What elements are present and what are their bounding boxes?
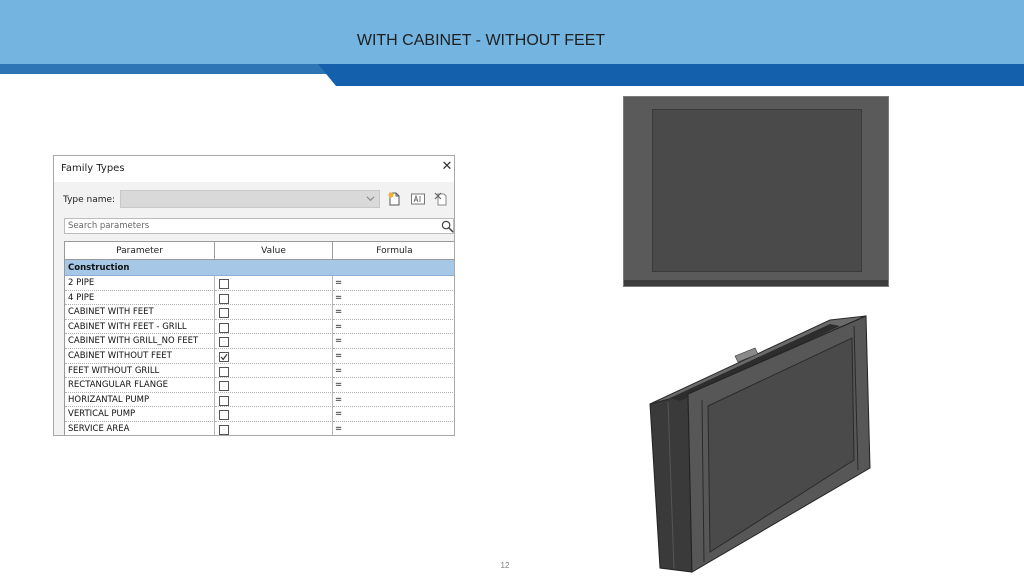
new-type-icon[interactable] xyxy=(386,191,402,207)
table-row[interactable]: CABINET WITH FEET = xyxy=(65,305,454,320)
parameter-value-cell xyxy=(215,305,333,320)
parameter-value-cell xyxy=(215,319,333,335)
parameter-formula[interactable]: = xyxy=(333,320,454,335)
parameter-formula[interactable]: = xyxy=(333,393,454,408)
column-header-parameter[interactable]: Parameter xyxy=(65,242,215,260)
table-row[interactable]: CABINET WITH FEET - GRILL = xyxy=(65,319,454,335)
table-row[interactable]: SERVICE AREA = xyxy=(65,422,454,435)
parameter-checkbox[interactable] xyxy=(219,381,229,392)
group-label: Construction xyxy=(68,263,130,273)
front-view-image xyxy=(623,96,889,287)
checkmark-icon xyxy=(220,353,228,361)
close-icon[interactable]: ✕ xyxy=(440,159,454,175)
slide-title: WITH CABINET - WITHOUT FEET xyxy=(356,32,606,49)
search-icon[interactable] xyxy=(441,220,454,233)
parameter-name: 2 PIPE xyxy=(65,276,215,291)
parameter-value-cell xyxy=(215,349,333,364)
dialog-title: Family Types xyxy=(61,163,125,174)
parameter-formula[interactable]: = xyxy=(333,334,454,349)
parameter-formula[interactable]: = xyxy=(333,305,454,320)
search-input[interactable]: Search parameters xyxy=(64,218,454,234)
parameter-name: CABINET WITH FEET xyxy=(65,305,215,320)
parameter-value-cell xyxy=(215,276,333,291)
parameter-value-cell xyxy=(215,407,333,422)
parameter-formula[interactable]: = xyxy=(333,364,454,379)
parameter-checkbox[interactable] xyxy=(219,337,229,348)
parameter-formula[interactable]: = xyxy=(333,378,454,393)
parameter-value-cell xyxy=(215,363,333,379)
header-accent-right xyxy=(318,64,1024,86)
parameter-value-cell xyxy=(215,378,333,393)
table-row[interactable]: RECTANGULAR FLANGE = xyxy=(65,378,454,393)
parameter-checkbox[interactable] xyxy=(219,395,229,406)
group-row-construction[interactable]: Construction xyxy=(65,260,454,276)
slide: WITH CABINET - WITHOUT FEET Family Types… xyxy=(0,0,1024,576)
dialog-titlebar: Family Types ✕ xyxy=(54,156,454,182)
parameter-formula[interactable]: = xyxy=(333,422,454,435)
parameter-name: CABINET WITHOUT FEET xyxy=(65,349,215,364)
table-row[interactable]: 2 PIPE = xyxy=(65,276,454,291)
parameter-checkbox[interactable] xyxy=(219,410,229,421)
page-number: 12 xyxy=(500,561,510,570)
parameter-checkbox[interactable] xyxy=(219,352,229,362)
parameter-name: VERTICAL PUMP xyxy=(65,407,215,422)
parameter-formula[interactable]: = xyxy=(333,349,454,364)
parameter-value-cell xyxy=(215,392,333,408)
family-types-dialog: Family Types ✕ Type name: Search paramet… xyxy=(53,155,455,436)
parameter-name: RECTANGULAR FLANGE xyxy=(65,378,215,393)
parameter-name: HORIZANTAL PUMP xyxy=(65,392,215,408)
table-row[interactable]: VERTICAL PUMP = xyxy=(65,407,454,422)
front-view-panel xyxy=(652,109,862,272)
parameter-name: CABINET WITH FEET - GRILL xyxy=(65,319,215,335)
parameter-formula[interactable]: = xyxy=(333,291,454,306)
type-name-label: Type name: xyxy=(63,195,116,205)
parameter-checkbox[interactable] xyxy=(219,425,229,435)
type-name-dropdown[interactable] xyxy=(120,190,380,208)
table-row[interactable]: CABINET WITHOUT FEET = xyxy=(65,349,454,364)
header-accent-left xyxy=(0,64,330,74)
parameter-value-cell xyxy=(215,334,333,349)
column-header-formula[interactable]: Formula xyxy=(333,242,454,260)
delete-type-icon[interactable] xyxy=(433,191,449,207)
dialog-body: Type name: Search parameters Parameter V… xyxy=(54,182,454,435)
parameter-name: CABINET WITH GRILL_NO FEET xyxy=(65,334,215,349)
table-row[interactable]: FEET WITHOUT GRILL = xyxy=(65,363,454,379)
parameters-grid: Parameter Value Formula Construction 2 P… xyxy=(64,241,454,435)
parameter-name: SERVICE AREA xyxy=(65,422,215,435)
isometric-view-image xyxy=(649,315,871,573)
front-view-base xyxy=(624,280,888,286)
parameter-formula[interactable]: = xyxy=(333,407,454,422)
parameter-name: 4 PIPE xyxy=(65,290,215,306)
parameter-checkbox[interactable] xyxy=(219,293,229,304)
parameter-checkbox[interactable] xyxy=(219,308,229,319)
parameter-value-cell xyxy=(215,290,333,306)
parameter-name: FEET WITHOUT GRILL xyxy=(65,363,215,379)
table-row[interactable]: HORIZANTAL PUMP = xyxy=(65,392,454,408)
table-row[interactable]: 4 PIPE = xyxy=(65,290,454,306)
table-row[interactable]: CABINET WITH GRILL_NO FEET = xyxy=(65,334,454,349)
chevron-down-icon xyxy=(366,196,375,202)
parameter-formula[interactable]: = xyxy=(333,276,454,291)
parameter-checkbox[interactable] xyxy=(219,322,229,333)
parameter-checkbox[interactable] xyxy=(219,279,229,289)
parameter-checkbox[interactable] xyxy=(219,366,229,377)
column-header-value[interactable]: Value xyxy=(215,242,333,260)
rename-type-icon[interactable] xyxy=(410,191,426,207)
search-placeholder: Search parameters xyxy=(68,221,150,231)
parameter-value-cell xyxy=(215,422,333,435)
